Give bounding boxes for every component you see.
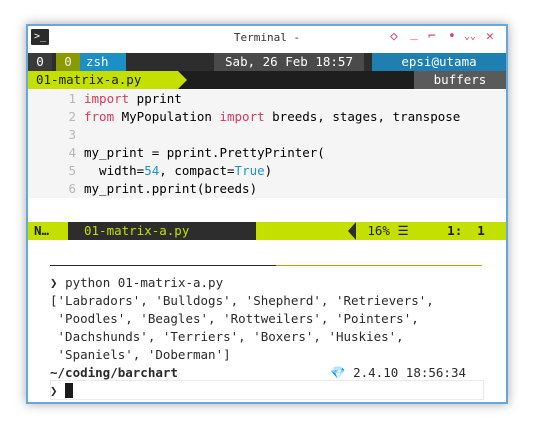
minimize-button[interactable]: _ [410,27,418,41]
line-number: 3 [68,127,76,142]
line-number: 4 [68,145,76,160]
terminal-area[interactable]: 0 0 zsh Sab, 26 Feb 18:57 epsi@utama 01-… [28,50,506,402]
powerline-arrow-icon [178,71,187,89]
terminal-window: >_ Terminal - ◇ _ ⌐ • ⌄⌄ ✕ 0 0 zsh Sab, … [26,24,508,404]
text-cursor [65,383,74,398]
line-number: 1 [68,91,76,106]
menu-dot-icon[interactable]: • [448,30,456,44]
output-line: 'Spaniels', 'Doberman'] [50,347,231,362]
statusline-filename-text: 01-matrix-a.py [84,223,190,238]
prompt-chevron-icon: ❯ [50,383,58,398]
code-line[interactable]: 5 width=54, compact=True) [28,162,506,180]
tmux-status-bar: 0 0 zsh Sab, 26 Feb 18:57 epsi@utama [28,53,506,71]
percent-value: 16% [367,223,390,238]
output-line: 'Dachshunds', 'Terriers', 'Boxers', 'Hus… [50,329,404,344]
tmux-pane-index: 0 [28,53,52,71]
buffer-bar: 01-matrix-a.py buffers [28,71,506,89]
code-line[interactable]: 3 [28,126,506,144]
statusline-spacer [256,222,336,240]
shade-button[interactable]: ⌄⌄ [464,30,476,44]
tmux-window-index[interactable]: 0 [56,53,80,71]
maximize-button[interactable]: ⌐ [428,30,436,44]
python-version: 2.4.10 [353,365,399,380]
vim-mode-indicator: N… [28,222,68,240]
code-line[interactable]: 6 my_print.pprint(breeds) [28,180,506,198]
hamburger-icon: ☰ [397,223,409,238]
line-number: 2 [68,109,76,124]
tmux-datetime: Sab, 26 Feb 18:57 [214,53,364,71]
code-line[interactable]: 2 from MyPopulation import breeds, stages… [28,108,506,126]
input-prompt[interactable]: ❯ [50,382,74,400]
buffers-label: buffers [414,71,506,89]
divider-left [50,265,276,266]
statusline-percent: 16% ☰ [356,222,420,240]
shell-command: python 01-matrix-a.py [65,275,224,290]
shell-command-line: ❯ python 01-matrix-a.py [50,274,223,292]
close-button[interactable]: ✕ [486,30,494,44]
statusline-position: 1: 1 [426,222,506,240]
output-line: 'Poodles', 'Beagles', 'Rottweilers', 'Po… [50,311,419,326]
title-bar[interactable]: >_ Terminal - ◇ _ ⌐ • ⌄⌄ ✕ [28,26,506,50]
buffer-tab-active[interactable]: 01-matrix-a.py [28,71,178,89]
code-line[interactable]: 1 import pprint [28,90,506,108]
powerline-arrow-icon [348,222,356,240]
prompt-input-box[interactable] [50,380,484,400]
sticky-icon[interactable]: ◇ [390,30,398,44]
tmux-user-host: epsi@utama [372,53,506,71]
prompt-chevron-icon: ❯ [50,275,58,290]
tmux-session-name[interactable]: zsh [80,53,126,71]
output-line: ['Labradors', 'Bulldogs', 'Shepherd', 'R… [50,293,434,308]
code-line[interactable]: 4 my_print = pprint.PrettyPrinter( [28,144,506,162]
divider-right [276,265,482,266]
gem-icon: 💎 [330,365,346,380]
line-number: 6 [68,181,76,196]
line-number: 5 [68,163,76,178]
prompt-time: 18:56:34 [405,365,467,380]
